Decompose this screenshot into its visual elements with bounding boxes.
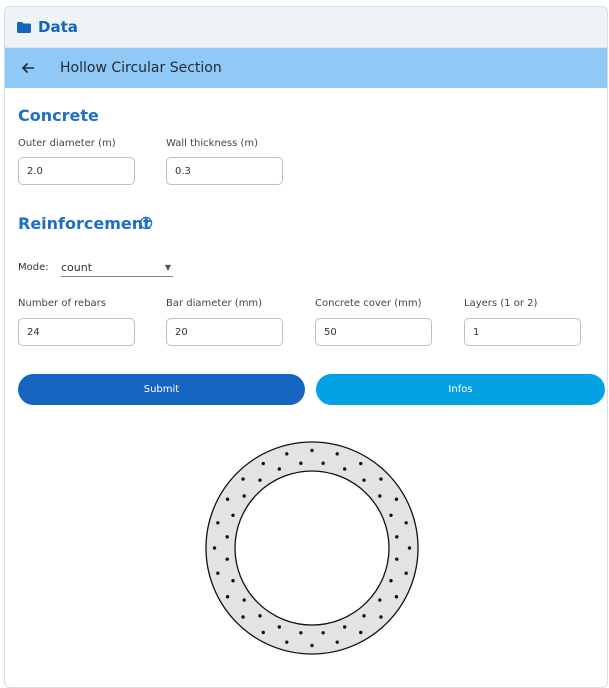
rebar-dot — [261, 630, 265, 635]
rebar-dot — [321, 631, 325, 635]
rebar-dot — [241, 615, 245, 619]
reinforcement-heading: Reinforcement — [18, 214, 151, 233]
outer-diameter-label: Outer diameter (m) — [18, 138, 116, 149]
rebar-dot — [216, 521, 220, 525]
rebar-dot — [343, 467, 347, 471]
rebar-dot — [359, 630, 363, 635]
rebar-dot — [310, 448, 314, 453]
rebar-dot — [395, 557, 399, 561]
mode-select[interactable]: count ▼ — [61, 258, 173, 277]
rebar-dot — [378, 598, 382, 602]
rebar-dot — [362, 478, 366, 482]
rebar-dot — [258, 478, 262, 482]
rebar-dot — [404, 521, 408, 525]
rebar-dot — [242, 494, 246, 498]
rebar-dot — [359, 461, 363, 466]
rebar-dot — [394, 595, 399, 599]
section-title-bar: Hollow Circular Section — [5, 48, 607, 88]
outer-diameter-input[interactable] — [18, 157, 135, 185]
rebar-dot — [321, 461, 325, 465]
rebar-dot — [225, 497, 230, 501]
rebar-dot — [277, 625, 281, 629]
mode-value: count — [61, 260, 93, 274]
inner-circle — [234, 470, 390, 626]
infos-button[interactable]: Infos — [316, 374, 605, 405]
rebar-dot — [389, 579, 393, 583]
number-of-rebars-label: Number of rebars — [18, 298, 107, 309]
rebar-dot — [395, 535, 399, 539]
rebar-dot — [343, 625, 347, 629]
rebar-dot — [225, 595, 230, 599]
rebar-dot — [258, 614, 262, 618]
bar-diameter-label: Bar diameter (mm) — [166, 298, 263, 309]
number-of-rebars-input[interactable] — [18, 318, 135, 346]
wall-thickness-label: Wall thickness (m) — [166, 138, 259, 149]
rebar-dot — [335, 640, 339, 644]
rebar-dot — [379, 477, 383, 481]
rebar-dot — [394, 497, 399, 501]
chevron-down-icon: ▼ — [164, 262, 171, 272]
rebar-dot — [310, 643, 314, 648]
mode-label: Mode: — [18, 262, 49, 273]
rebar-dot — [241, 477, 245, 481]
concrete-heading: Concrete — [18, 106, 99, 125]
rebar-dot — [299, 631, 303, 635]
submit-button[interactable]: Submit — [18, 374, 305, 405]
rebar-dot — [216, 571, 220, 575]
concrete-cover-label: Concrete cover (mm) — [315, 298, 422, 309]
header-title: Data — [38, 18, 78, 36]
rebar-dot — [212, 546, 217, 550]
rebar-dot — [389, 513, 393, 517]
rebar-dot — [404, 571, 408, 575]
rebar-dot — [225, 557, 229, 561]
rebar-dot — [285, 452, 289, 456]
back-arrow-icon[interactable] — [20, 60, 36, 76]
rebar-dot — [242, 598, 246, 602]
rebar-dot — [379, 615, 383, 619]
section-diagram — [205, 441, 419, 655]
help-circle-icon[interactable] — [139, 216, 153, 230]
bar-diameter-input[interactable] — [166, 318, 283, 346]
rebar-dot — [261, 461, 265, 466]
rebar-dot — [378, 494, 382, 498]
rebar-dot — [231, 579, 235, 583]
wall-thickness-input[interactable] — [166, 157, 283, 185]
rebar-dot — [362, 614, 366, 618]
rebar-dot — [299, 461, 303, 465]
rebar-dot — [277, 467, 281, 471]
header-bar: Data — [5, 7, 607, 48]
rebar-dot — [285, 640, 289, 644]
folder-icon — [17, 21, 31, 33]
rebar-dot — [225, 535, 229, 539]
rebar-dot — [335, 452, 339, 456]
concrete-cover-input[interactable] — [315, 318, 432, 346]
layers-label: Layers (1 or 2) — [464, 298, 538, 309]
rebar-dot — [407, 546, 412, 550]
section-title: Hollow Circular Section — [60, 60, 222, 76]
layers-input[interactable] — [464, 318, 581, 346]
rebar-dot — [231, 513, 235, 517]
